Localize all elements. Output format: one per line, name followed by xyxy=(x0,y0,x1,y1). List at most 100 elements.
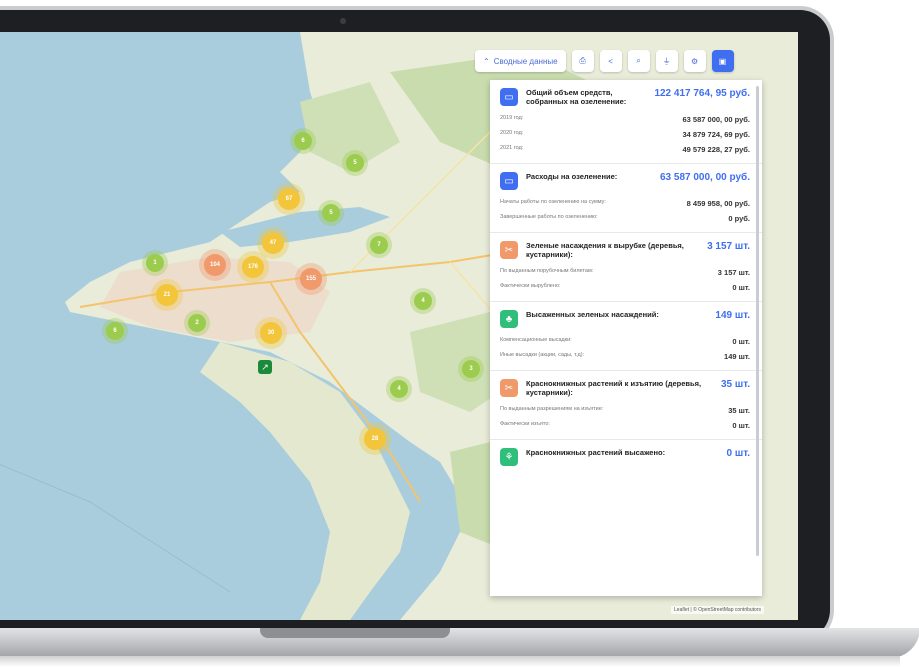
map-cluster[interactable]: 6 xyxy=(106,322,124,340)
search-icon: ⌕ xyxy=(636,56,641,65)
panel-scrollbar[interactable] xyxy=(756,86,759,556)
filter-button[interactable]: ⏚ xyxy=(655,50,678,72)
summary-row: 2019 год: 63 587 000, 00 руб. xyxy=(500,112,750,127)
map-cluster[interactable]: 155 xyxy=(300,268,322,290)
map-cluster[interactable]: 4 xyxy=(414,292,432,310)
row-label: Начаты работы по озеленению на сумму: xyxy=(500,199,606,205)
map-cluster[interactable]: 7 xyxy=(370,236,388,254)
map-cluster[interactable]: 1 xyxy=(146,254,164,272)
map-toolbar: ⌃ Сводные данные ⎙ < ⌕ ⏚ ⚙ ▣ xyxy=(475,50,734,72)
row-value: 0 руб. xyxy=(728,214,750,223)
summary-section-redbook-planted: ⚘ Краснокнижных растений высажено: 0 шт. xyxy=(490,440,762,472)
summary-row: Компенсационные высадки: 0 шт. xyxy=(500,334,750,349)
row-value: 63 587 000, 00 руб. xyxy=(682,115,751,124)
tree-icon: ♣ xyxy=(500,310,518,328)
row-value: 0 шт. xyxy=(732,337,750,346)
summary-section-redbook-removal: ✂ Краснокнижных растений к изъятию (дере… xyxy=(490,371,762,440)
map-marker-icon[interactable]: ↗ xyxy=(258,360,272,374)
summary-toggle-button[interactable]: ⌃ Сводные данные xyxy=(475,50,566,72)
print-icon: ⎙ xyxy=(579,56,586,65)
summary-row: Фактически изъято: 0 шт. xyxy=(500,418,750,433)
section-title: Зеленые насаждения к вырубке (деревья, к… xyxy=(526,241,684,259)
map-cluster[interactable]: 5 xyxy=(346,154,364,172)
summary-row: Фактически вырублено: 0 шт. xyxy=(500,280,750,295)
share-icon: < xyxy=(608,56,613,66)
row-label: 2020 год: xyxy=(500,130,524,136)
map-cluster[interactable]: 104 xyxy=(204,254,226,276)
row-label: Фактически изъято: xyxy=(500,421,550,427)
laptop-opening-notch xyxy=(260,628,450,638)
summary-row: 2021 год: 49 579 228, 27 руб. xyxy=(500,142,750,157)
summary-section-expenses: ▭ Расходы на озеленение: 63 587 000, 00 … xyxy=(490,164,762,233)
section-title: Высаженных зеленых насаждений: xyxy=(526,310,659,319)
print-button[interactable]: ⎙ xyxy=(571,50,594,72)
map-cluster[interactable]: 28 xyxy=(364,428,386,450)
webcam xyxy=(340,18,346,24)
axe-icon: ✂ xyxy=(500,241,518,259)
section-title: Краснокнижных растений к изъятию (деревь… xyxy=(526,379,702,397)
row-value: 0 шт. xyxy=(732,283,750,292)
map-cluster[interactable]: 6 xyxy=(294,132,312,150)
map-cluster[interactable]: 3 xyxy=(462,360,480,378)
summary-section-funds: ▭ Общий объем средств, собранных на озел… xyxy=(490,80,762,164)
summary-section-felling: ✂ Зеленые насаждения к вырубке (деревья,… xyxy=(490,233,762,302)
row-value: 34 879 724, 69 руб. xyxy=(682,130,751,139)
row-label: Иные высадки (акции, сады, т.д): xyxy=(500,352,585,358)
summary-row: По выданным порубочным билетам: 3 157 шт. xyxy=(500,265,750,280)
map-cluster[interactable]: 21 xyxy=(156,284,178,306)
row-label: 2021 год: xyxy=(500,145,524,151)
map-cluster[interactable]: 4 xyxy=(390,380,408,398)
section-title: Расходы на озеленение: xyxy=(526,172,618,181)
summary-row: Завершенные работы по озеленению: 0 руб. xyxy=(500,211,750,226)
wallet-icon: ▭ xyxy=(500,172,518,190)
summary-row: По выданным разрешениям на изъятие: 35 шт… xyxy=(500,403,750,418)
wallet-icon: ▭ xyxy=(500,88,518,106)
row-label: По выданным порубочным билетам: xyxy=(500,268,594,274)
row-value: 0 шт. xyxy=(732,421,750,430)
chat-icon: ▣ xyxy=(718,56,727,66)
summary-section-planted: ♣ Высаженных зеленых насаждений: 149 шт.… xyxy=(490,302,762,371)
map-cluster[interactable]: 30 xyxy=(260,322,282,344)
section-total: 122 417 764, 95 руб. xyxy=(654,88,750,99)
chevron-up-icon: ⌃ xyxy=(483,56,490,66)
axe-icon: ✂ xyxy=(500,379,518,397)
section-title: Общий объем средств, собранных на озелен… xyxy=(526,88,627,106)
share-button[interactable]: < xyxy=(599,50,622,72)
laptop-base xyxy=(0,628,919,658)
row-value: 35 шт. xyxy=(728,406,750,415)
row-value: 149 шт. xyxy=(724,352,750,361)
map-cluster[interactable]: 176 xyxy=(242,256,264,278)
laptop-screen: 6 5 67 5 7 104 176 155 1 21 47 6 2 30 4 … xyxy=(0,32,798,620)
settings-icon: ⚙ xyxy=(690,56,699,66)
row-label: Компенсационные высадки: xyxy=(500,337,572,343)
sprout-icon: ⚘ xyxy=(500,448,518,466)
row-label: По выданным разрешениям на изъятие: xyxy=(500,406,604,412)
section-total: 149 шт. xyxy=(715,310,750,321)
map-attribution[interactable]: Leaflet | © OpenStreetMap contributors xyxy=(671,606,764,614)
row-label: Фактически вырублено: xyxy=(500,283,561,289)
row-label: 2019 год: xyxy=(500,115,524,121)
summary-row: Иные высадки (акции, сады, т.д): 149 шт. xyxy=(500,349,750,364)
section-total: 63 587 000, 00 руб. xyxy=(660,172,750,183)
map-cluster[interactable]: 5 xyxy=(322,204,340,222)
search-button[interactable]: ⌕ xyxy=(627,50,650,72)
map-cluster[interactable]: 47 xyxy=(262,232,284,254)
map-cluster[interactable]: 2 xyxy=(188,314,206,332)
settings-button[interactable]: ⚙ xyxy=(683,50,706,72)
summary-panel: ▭ Общий объем средств, собранных на озел… xyxy=(490,80,762,596)
section-total: 0 шт. xyxy=(726,448,750,459)
summary-row: 2020 год: 34 879 724, 69 руб. xyxy=(500,127,750,142)
chat-button[interactable]: ▣ xyxy=(711,50,734,72)
section-total: 3 157 шт. xyxy=(707,241,750,252)
laptop-shadow xyxy=(0,656,900,667)
section-total: 35 шт. xyxy=(720,379,750,390)
row-label: Завершенные работы по озеленению: xyxy=(500,214,598,220)
section-title: Краснокнижных растений высажено: xyxy=(526,448,666,457)
row-value: 49 579 228, 27 руб. xyxy=(682,145,751,154)
summary-row: Начаты работы по озеленению на сумму: 8 4… xyxy=(500,196,750,211)
row-value: 3 157 шт. xyxy=(717,268,750,277)
row-value: 8 459 958, 00 руб. xyxy=(686,199,750,208)
filter-icon: ⏚ xyxy=(662,56,671,66)
summary-label: Сводные данные xyxy=(493,56,558,66)
map-cluster[interactable]: 67 xyxy=(278,188,300,210)
